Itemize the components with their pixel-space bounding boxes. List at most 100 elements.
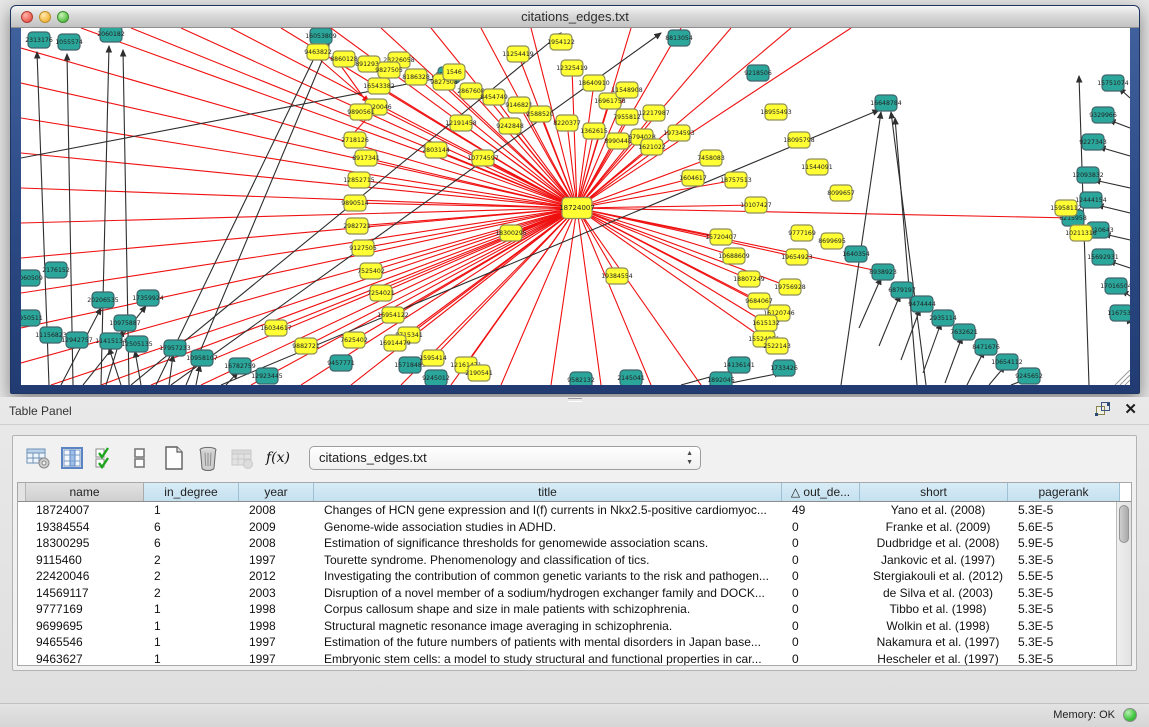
graph-node-label: 10774597 [467,155,499,162]
table-cell: 6 [148,535,243,552]
graph-node-label: 10211316 [1065,230,1097,237]
table-row[interactable]: 946554611997Estimation of the future num… [18,634,1131,651]
graph-edge [923,323,941,373]
graph-edge [895,118,917,385]
graph-node-label: 11548908 [611,87,643,94]
table-cell: 14569117 [30,585,148,602]
table-mode-button[interactable] [23,443,53,473]
column-header-year[interactable]: year [239,483,314,501]
table-cell: 1 [148,618,243,635]
window-titlebar[interactable]: citations_edges.txt [11,6,1139,28]
graph-node-label: 8813054 [665,35,693,42]
table-cell: Dudbridge et al. (2008) [864,535,1012,552]
table-cell: 1 [148,651,243,667]
memory-status-icon[interactable] [1123,708,1137,722]
column-header-title[interactable]: title [314,483,782,501]
graph-node-label: 2982721 [343,223,371,230]
window-title: citations_edges.txt [11,9,1139,24]
table-cell: Estimation of significance thresholds fo… [318,535,786,552]
graph-node-label: 8917341 [352,155,380,162]
graph-node-label: 19654923 [781,254,813,261]
float-panel-icon[interactable] [1095,402,1111,418]
table-cell: 2008 [243,535,318,552]
function-builder-button[interactable]: f(x) [261,443,295,473]
table-cell: 19384554 [30,519,148,536]
table-cell: Changes of HCN gene expression and I(f) … [318,502,786,519]
table-cell: Estimation of the future numbers of pati… [318,634,786,651]
table-cell: 0 [786,634,864,651]
graph-node-label: 16053809 [305,33,337,40]
graph-node-label: 12191458 [445,120,477,127]
graph-node-label: 10107427 [740,202,772,209]
table-row[interactable]: 977716911998Corpus callosum shape and si… [18,601,1131,618]
status-bar: Memory: OK [0,703,1149,727]
graph-node-label: 12852715 [343,177,375,184]
citation-network-graph[interactable]: 2313176105557420601821605380985722348813… [21,28,1130,385]
table-cell: Disruption of a novel member of a sodium… [318,585,786,602]
graph-node-label: 18955493 [760,109,792,116]
graph-node-label: 1892045 [707,377,735,384]
graph-node-label: 11544091 [801,164,833,171]
table-row[interactable]: 969969511998Structural magnetic resonanc… [18,618,1131,635]
row-gutter [18,651,30,667]
close-panel-icon[interactable]: ✕ [1124,401,1137,419]
table-cell: Genome-wide association studies in ADHD. [318,519,786,536]
row-gutter [18,502,30,519]
column-header-short[interactable]: short [860,483,1008,501]
graph-node-label: 1595414 [419,355,447,362]
graph-node-label: 1167533 [1107,310,1130,317]
graph-node-label: 16034617 [260,325,292,332]
table-cell: 1997 [243,634,318,651]
graph-node-label: 12325419 [556,65,588,72]
row-gutter [18,618,30,635]
table-cell: 5.3E-5 [1012,502,1124,519]
graph-node-label: 1621022 [638,144,666,151]
table-row[interactable]: 1456911722003Disruption of a novel membe… [18,585,1131,602]
table-row[interactable]: 2242004622012Investigating the contribut… [18,568,1131,585]
splitter-grip[interactable] [568,398,582,402]
table-panel-body: f(x) citations_edges.txt ▲▼ namein_degre… [12,435,1137,671]
canvas-resize-grip[interactable] [1115,370,1130,385]
graph-node-label: 11254419 [502,51,534,58]
table-cell: 0 [786,552,864,569]
graph-node-label: 2588520 [526,111,554,118]
delete-table-button[interactable] [193,443,223,473]
table-cell: 1 [148,634,243,651]
table-source-select[interactable]: citations_edges.txt ▲▼ [309,446,701,470]
graph-node-label: 8699695 [818,238,846,245]
create-table-button[interactable] [159,443,189,473]
column-header-name[interactable]: name [26,483,144,501]
graph-node-label: 1362615 [580,128,608,135]
table-row[interactable]: 1830029562008Estimation of significance … [18,535,1131,552]
graph-node-label: 1546 [446,69,462,76]
graph-node-label: 18807249 [733,276,765,283]
table-cell: 9115460 [30,552,148,569]
row-gutter [18,601,30,618]
network-canvas[interactable]: 2313176105557420601821605380985722348813… [21,28,1130,385]
vertical-scrollbar[interactable] [1116,502,1131,665]
table-cell: Nakamura et al. (1997) [864,634,1012,651]
table-cell: 5.3E-5 [1012,634,1124,651]
column-header-pagerank[interactable]: pagerank [1008,483,1120,501]
graph-node-label: 8220377 [553,120,581,127]
show-columns-button[interactable] [57,443,87,473]
table-row[interactable]: 1872400712008Changes of HCN gene express… [18,502,1131,519]
row-gutter [18,585,30,602]
graph-node-label: 1954122 [547,39,575,46]
table-row[interactable]: 946362711997Embryonic stem cells: a mode… [18,651,1131,667]
scrollbar-thumb[interactable] [1119,505,1129,543]
graph-node-label: 10975887 [109,320,141,327]
graph-node-label: 12444154 [1075,197,1107,204]
graph-node-label: 1604617 [679,175,707,182]
graph-node-label: 9882721 [292,343,320,350]
table-row[interactable]: 1938455462009Genome-wide association stu… [18,519,1131,536]
column-header-in_degree[interactable]: in_degree [144,483,239,501]
table-row[interactable]: 911546021997Tourette syndrome. Phenomeno… [18,552,1131,569]
graph-node-label: 18757513 [720,177,752,184]
graph-node-label: 17957233 [159,345,191,352]
table-cell: Corpus callosum shape and size in male p… [318,601,786,618]
column-header-out_de[interactable]: △ out_de... [782,483,860,501]
select-all-columns-button[interactable] [91,443,121,473]
unselect-all-columns-button[interactable] [125,443,155,473]
table-cell: 0 [786,535,864,552]
